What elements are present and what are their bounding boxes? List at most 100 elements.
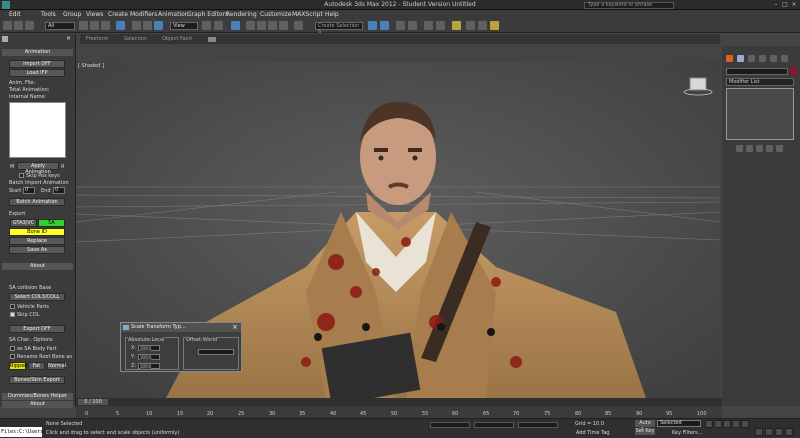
- bones-skin-export-button[interactable]: Bones/Skin Export: [9, 376, 65, 384]
- bone-id-button[interactable]: Bone ID: [9, 228, 65, 236]
- utilities-tab-icon[interactable]: [781, 55, 788, 62]
- selection-filter-dropdown[interactable]: All: [45, 22, 75, 30]
- display-tab-icon[interactable]: [770, 55, 777, 62]
- menu-animation[interactable]: Animation: [158, 11, 189, 18]
- object-name-field[interactable]: [726, 68, 788, 75]
- rendered-frame-icon[interactable]: [478, 21, 487, 30]
- rollout-about[interactable]: About: [2, 263, 73, 270]
- skip-pos-keys-checkbox[interactable]: [19, 173, 24, 178]
- menu-group[interactable]: Group: [63, 11, 81, 18]
- reference-coordinate-dropdown[interactable]: View: [170, 22, 198, 30]
- rollout-animation[interactable]: Animation: [2, 49, 73, 56]
- maximize-button[interactable]: □: [781, 1, 789, 8]
- ripped-button[interactable]: Ripped: [9, 362, 27, 370]
- skip-col-checkbox[interactable]: [10, 312, 15, 317]
- render-setup-icon[interactable]: [466, 21, 475, 30]
- orbit-icon[interactable]: [775, 428, 783, 436]
- pan-icon[interactable]: [765, 428, 773, 436]
- menu-tools[interactable]: Tools: [41, 11, 56, 18]
- rename-root-checkbox[interactable]: [10, 354, 15, 359]
- save-as-button[interactable]: Save As: [9, 246, 65, 254]
- key-set-dropdown[interactable]: Selected: [657, 420, 701, 427]
- layer-manager-icon[interactable]: [396, 21, 405, 30]
- snaps-toggle-icon[interactable]: [246, 21, 255, 30]
- menu-maxscript[interactable]: MAXScript: [292, 11, 323, 18]
- rollout-dummies-bones[interactable]: Dummies/Bones Helper: [2, 393, 73, 400]
- redo-icon[interactable]: [14, 21, 23, 30]
- import-dff-button[interactable]: Import DFF: [9, 60, 65, 68]
- edit-named-selection-icon[interactable]: [294, 21, 303, 30]
- object-color-swatch[interactable]: [790, 67, 797, 75]
- prev-frame-icon[interactable]: [714, 420, 722, 428]
- sa-body-part-checkbox[interactable]: [10, 346, 15, 351]
- y-spinner[interactable]: 100.0: [138, 354, 160, 360]
- angle-snap-icon[interactable]: [257, 21, 266, 30]
- pivot-center-icon[interactable]: [202, 21, 211, 30]
- remove-modifier-icon[interactable]: [766, 145, 773, 152]
- time-slider[interactable]: 0 / 100: [76, 398, 722, 406]
- tab-selection[interactable]: Selection: [124, 36, 147, 42]
- rotate-icon[interactable]: [143, 21, 152, 30]
- minimize-button[interactable]: –: [772, 1, 780, 8]
- normal-button[interactable]: Normal: [47, 362, 66, 370]
- batch-animation-button[interactable]: Batch Animation: [9, 198, 65, 206]
- percent-snap-icon[interactable]: [268, 21, 277, 30]
- apply-animation-button[interactable]: Apply Animation: [17, 162, 59, 175]
- z-coordinate-field[interactable]: [518, 422, 558, 428]
- tab-freeform[interactable]: Freeform: [86, 36, 108, 42]
- panel-menu-icon[interactable]: [2, 36, 8, 42]
- menu-graph-editors[interactable]: Graph Editors: [187, 11, 228, 18]
- hierarchy-tab-icon[interactable]: [748, 55, 755, 62]
- animation-listbox[interactable]: [9, 102, 66, 158]
- x-spinner[interactable]: 100.0: [138, 345, 160, 351]
- r-button[interactable]: R: [61, 164, 64, 170]
- help-search-input[interactable]: Type a keyword or phrase: [584, 2, 674, 9]
- tab-object-paint[interactable]: Object Paint: [162, 36, 192, 42]
- dialog-title[interactable]: Scale Transform Typ...: [121, 323, 241, 332]
- m-button[interactable]: M: [10, 164, 14, 170]
- modifier-list-dropdown[interactable]: Modifier List: [726, 78, 794, 86]
- scale-icon[interactable]: [154, 21, 163, 30]
- maximize-viewport-icon[interactable]: [785, 428, 793, 436]
- fat-button[interactable]: Fat: [28, 362, 45, 370]
- select-col-button[interactable]: Select COL3/COLL: [9, 293, 65, 301]
- load-ifp-button[interactable]: Load IFP: [9, 69, 65, 77]
- panel-close-icon[interactable]: ×: [66, 36, 72, 42]
- menu-create[interactable]: Create: [108, 11, 128, 18]
- x-coordinate-field[interactable]: [430, 422, 470, 428]
- set-key-button[interactable]: Set Key: [635, 428, 655, 435]
- ribbon-toggle-icon[interactable]: [208, 37, 216, 42]
- time-slider-thumb[interactable]: 0 / 100: [78, 399, 108, 405]
- add-time-tag-button[interactable]: Add Time Tag: [576, 430, 610, 436]
- motion-tab-icon[interactable]: [759, 55, 766, 62]
- maxscript-listener-field[interactable]: Files:C:\Users\: [0, 427, 46, 437]
- graphite-ribbon-icon[interactable]: [408, 21, 417, 30]
- link-icon[interactable]: [25, 21, 34, 30]
- pin-stack-icon[interactable]: [736, 145, 743, 152]
- menu-modifiers[interactable]: Modifiers: [130, 11, 157, 18]
- render-production-icon[interactable]: [490, 21, 499, 30]
- start-frame-spinner[interactable]: 0: [23, 187, 35, 194]
- zoom-icon[interactable]: [755, 428, 763, 436]
- menu-edit[interactable]: Edit: [9, 11, 21, 18]
- play-icon[interactable]: [723, 420, 731, 428]
- move-icon[interactable]: [132, 21, 141, 30]
- material-editor-icon[interactable]: [452, 21, 461, 30]
- z-spinner[interactable]: 100.0: [138, 363, 160, 369]
- dialog-close-icon[interactable]: ×: [232, 323, 238, 331]
- y-coordinate-field[interactable]: [474, 422, 514, 428]
- replace-button[interactable]: Replace: [9, 237, 65, 245]
- menu-help[interactable]: Help: [325, 11, 339, 18]
- menu-rendering[interactable]: Rendering: [226, 11, 257, 18]
- export-dff-button[interactable]: Export DFF: [9, 325, 65, 333]
- offset-percent-spinner[interactable]: [198, 349, 234, 355]
- make-unique-icon[interactable]: [756, 145, 763, 152]
- menu-views[interactable]: Views: [86, 11, 103, 18]
- gta3vc-button[interactable]: GTA3/VC: [10, 219, 37, 227]
- end-frame-spinner[interactable]: 0: [53, 187, 65, 194]
- select-object-icon[interactable]: [79, 21, 88, 30]
- key-filters-button[interactable]: Key Filters...: [672, 430, 702, 436]
- configure-modifier-icon[interactable]: [776, 145, 783, 152]
- rect-selection-icon[interactable]: [101, 21, 110, 30]
- window-crossing-icon[interactable]: [116, 21, 125, 30]
